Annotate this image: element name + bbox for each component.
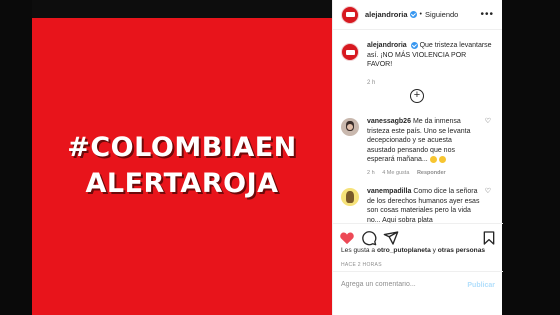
comment-item: vanempadilla Como dice la señora de los …	[341, 187, 501, 223]
publish-button[interactable]: Publicar	[467, 282, 495, 289]
more-options-icon[interactable]: •••	[480, 9, 494, 20]
comments-list[interactable]: alejandroria Que tristeza levantarse así…	[333, 31, 503, 223]
plus-circle-icon[interactable]: +	[410, 89, 424, 103]
commenter-avatar[interactable]	[341, 118, 359, 136]
post-image[interactable]: #COLOMBIAEN ALERTAROJA	[32, 0, 332, 315]
verified-badge-icon	[409, 11, 417, 18]
heart-icon[interactable]	[339, 230, 355, 246]
image-top-strip	[32, 0, 332, 18]
image-hashtag-text: #COLOMBIAEN ALERTAROJA	[32, 130, 332, 202]
comment-reply-button[interactable]: Responder	[417, 170, 446, 176]
comment-username[interactable]: vanessagb26	[367, 118, 411, 125]
post-caption: alejandroria Que tristeza levantarse así…	[333, 31, 503, 88]
bookmark-icon[interactable]	[481, 230, 497, 246]
post-header: alejandroria • Siguiendo •••	[333, 0, 502, 30]
follow-status-button[interactable]: Siguiendo	[425, 10, 458, 19]
author-avatar[interactable]	[341, 5, 359, 24]
image-text-line2: ALERTAROJA	[85, 168, 279, 199]
comment-input[interactable]	[341, 281, 451, 288]
comment-like-heart-icon[interactable]: ♡	[485, 187, 491, 195]
comment-time: 2 h	[367, 169, 375, 176]
likes-summary: Les gusta a otro_putoplaneta y otras per…	[341, 247, 486, 254]
comment-like-heart-icon[interactable]: ♡	[485, 117, 491, 125]
caption-time: 2 h	[367, 79, 376, 86]
add-comment-bar: Publicar	[333, 271, 503, 315]
comment-icon[interactable]	[361, 230, 377, 246]
caption-username[interactable]: alejandroria	[367, 42, 407, 49]
comment-likes[interactable]: 4 Me gusta	[382, 170, 409, 176]
post-modal: #COLOMBIAEN ALERTAROJA alejandroria • Si…	[32, 0, 503, 315]
author-username[interactable]: alejandroria	[365, 10, 408, 19]
sad-emoji-icon	[438, 155, 446, 163]
sad-emoji-icon	[429, 155, 437, 163]
caption-avatar[interactable]	[341, 43, 359, 61]
liked-by-others[interactable]: otras personas	[438, 247, 485, 254]
commenter-avatar[interactable]	[341, 188, 359, 206]
post-timestamp[interactable]: HACE 2 HORAS	[341, 262, 382, 268]
comment-item: vanessagb26 Me da inmensa tristeza este …	[341, 117, 501, 178]
header-separator: •	[419, 11, 422, 18]
image-text-line1: #COLOMBIAEN	[67, 132, 297, 163]
post-side-panel: alejandroria • Siguiendo ••• alejandrori…	[332, 0, 503, 315]
share-icon[interactable]	[383, 230, 399, 246]
liked-by-user[interactable]: otro_putoplaneta	[377, 247, 431, 254]
verified-badge-icon	[410, 41, 418, 49]
comment-username[interactable]: vanempadilla	[367, 188, 411, 195]
